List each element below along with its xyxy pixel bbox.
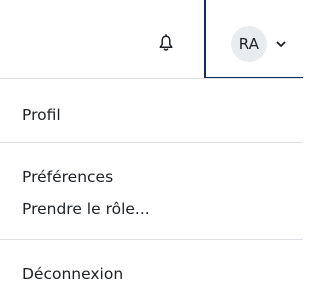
menu-item-preferences[interactable]: Préférences bbox=[22, 167, 113, 187]
user-menu-toggle[interactable]: RA bbox=[204, 0, 303, 79]
avatar: RA bbox=[231, 26, 267, 62]
menu-item-profile[interactable]: Profil bbox=[22, 105, 61, 125]
navbar-divider bbox=[0, 78, 303, 79]
avatar-initials: RA bbox=[238, 35, 260, 53]
page: RA Profil Préférences Prendre le rôle...… bbox=[0, 0, 303, 287]
menu-divider bbox=[0, 142, 303, 143]
notifications-button[interactable] bbox=[150, 27, 182, 59]
menu-item-logout[interactable]: Déconnexion bbox=[22, 264, 123, 284]
chevron-down-icon bbox=[275, 38, 287, 50]
top-navbar: RA bbox=[0, 0, 303, 79]
bell-icon bbox=[159, 34, 173, 51]
menu-divider bbox=[0, 239, 303, 240]
menu-item-switch-role[interactable]: Prendre le rôle... bbox=[22, 199, 150, 219]
